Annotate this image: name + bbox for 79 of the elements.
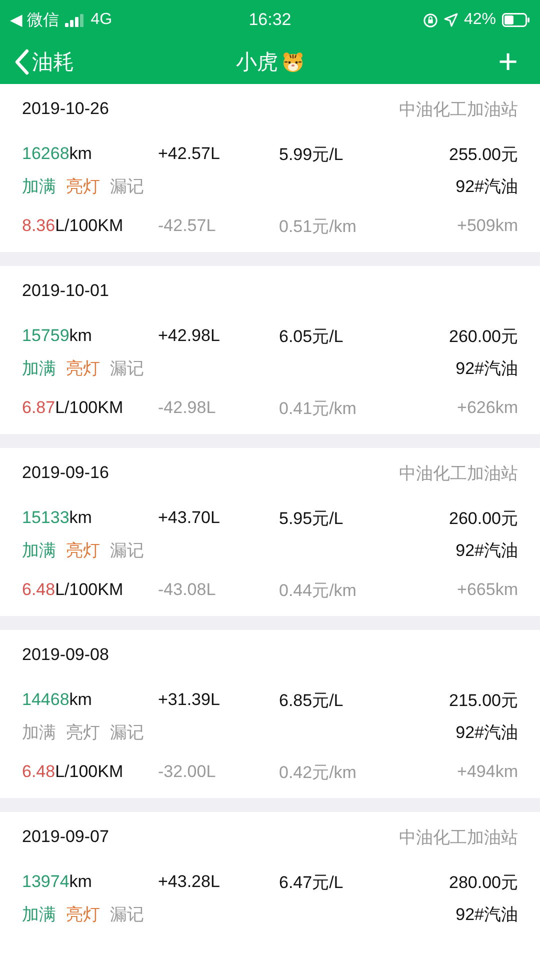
fuel-consumption: 6.48L/100KM [22,762,124,782]
gas-station-name: 中油化工加油站 [399,826,518,848]
odometer-reading: 13974km [22,872,93,892]
battery-percent: 42% [464,11,496,29]
clock-time: 16:32 [248,10,292,30]
total-amount: 215.00元 [449,690,518,712]
fuel-volume: +31.39L [158,690,221,710]
network-type: 4G [90,11,112,29]
fuel-volume: +42.57L [158,144,221,164]
odometer-reading: 16268km [22,144,93,164]
status-tag: 加满 [22,538,56,562]
status-tag: 加满 [22,720,56,744]
fuel-volume: +42.98L [158,326,221,346]
distance-driven: +509km [457,216,518,236]
status-tag: 亮灯 [66,902,100,926]
fuel-used: -42.98L [158,398,217,418]
fuel-consumption: 8.36L/100KM [22,216,124,236]
status-tag: 亮灯 [66,356,100,380]
fuel-volume: +43.70L [158,508,221,528]
total-amount: 260.00元 [449,326,518,348]
status-tag: 漏记 [110,720,144,744]
unit-price: 6.47元/L [279,872,344,894]
total-amount: 280.00元 [449,872,518,894]
status-tag: 漏记 [110,902,144,926]
distance-driven: +494km [457,762,518,782]
battery-icon [502,13,530,27]
gas-station-name: 中油化工加油站 [399,98,518,120]
status-tag: 漏记 [110,538,144,562]
fuel-volume: +43.28L [158,872,221,892]
page-title: 小虎 [236,50,278,76]
distance-driven: +665km [457,580,518,600]
unit-price: 5.99元/L [279,144,344,166]
total-amount: 255.00元 [449,144,518,166]
fuel-grade: 92#汽油 [456,540,518,562]
location-arrow-icon [444,13,458,27]
rotation-lock-icon [422,12,438,28]
status-tag: 加满 [22,174,56,198]
unit-price: 6.05元/L [279,326,344,348]
refuel-record-card[interactable]: 2019-10-26 中油化工加油站 16268km +42.57L 5.99元/L 255.00元 加满 亮灯 漏记 92#汽油 8.36L/100KM -42.57L 0.51元/km +509km [0,84,540,252]
fuel-used: -32.00L [158,762,217,782]
fuel-consumption: 6.48L/100KM [22,580,124,600]
tiger-face-icon [282,51,304,73]
chevron-left-icon [14,49,30,75]
fuel-grade: 92#汽油 [456,904,518,926]
unit-price: 5.95元/L [279,508,344,530]
total-amount: 260.00元 [449,508,518,530]
record-date: 2019-09-16 [22,463,109,483]
status-tag: 加满 [22,356,56,380]
refuel-record-card[interactable]: 2019-10-01 15759km +42.98L 6.05元/L 260.00元 加满 亮灯 漏记 92#汽油 6.87L/100KM -42.98L 0.41元/km +626km [0,266,540,434]
record-date: 2019-10-26 [22,99,109,119]
unit-price: 6.85元/L [279,690,344,712]
gas-station-name: 中油化工加油站 [399,462,518,484]
fuel-used: -43.08L [158,580,217,600]
status-tag: 亮灯 [66,720,100,744]
signal-icon [64,13,85,27]
refuel-record-card[interactable]: 2019-09-08 14468km +31.39L 6.85元/L 215.00元 加满 亮灯 漏记 92#汽油 6.48L/100KM -32.00L 0.42元/km +494km [0,630,540,798]
fuel-consumption: 6.87L/100KM [22,398,124,418]
fuel-grade: 92#汽油 [456,722,518,744]
status-tag: 漏记 [110,356,144,380]
cost-per-km: 0.44元/km [279,580,358,602]
status-tag: 亮灯 [66,538,100,562]
odometer-reading: 14468km [22,690,93,710]
refuel-record-card[interactable]: 2019-09-07 中油化工加油站 13974km +43.28L 6.47元/L 280.00元 加满 亮灯 漏记 92#汽油 [0,812,540,960]
fuel-used: -42.57L [158,216,217,236]
cost-per-km: 0.42元/km [279,762,358,784]
cost-per-km: 0.51元/km [279,216,358,238]
odometer-reading: 15759km [22,326,93,346]
distance-driven: +626km [457,398,518,418]
fuel-grade: 92#汽油 [456,358,518,380]
refuel-record-card[interactable]: 2019-09-16 中油化工加油站 15133km +43.70L 5.95元/L 260.00元 加满 亮灯 漏记 92#汽油 6.48L/100KM -43.08L 0.44元/km +665km [0,448,540,616]
status-tag: 漏记 [110,174,144,198]
odometer-reading: 15133km [22,508,93,528]
fuel-grade: 92#汽油 [456,176,518,198]
record-date: 2019-09-08 [22,645,109,665]
status-tag: 亮灯 [66,174,100,198]
record-date: 2019-10-01 [22,281,109,301]
record-date: 2019-09-07 [22,827,109,847]
status-tag: 加满 [22,902,56,926]
cost-per-km: 0.41元/km [279,398,358,420]
